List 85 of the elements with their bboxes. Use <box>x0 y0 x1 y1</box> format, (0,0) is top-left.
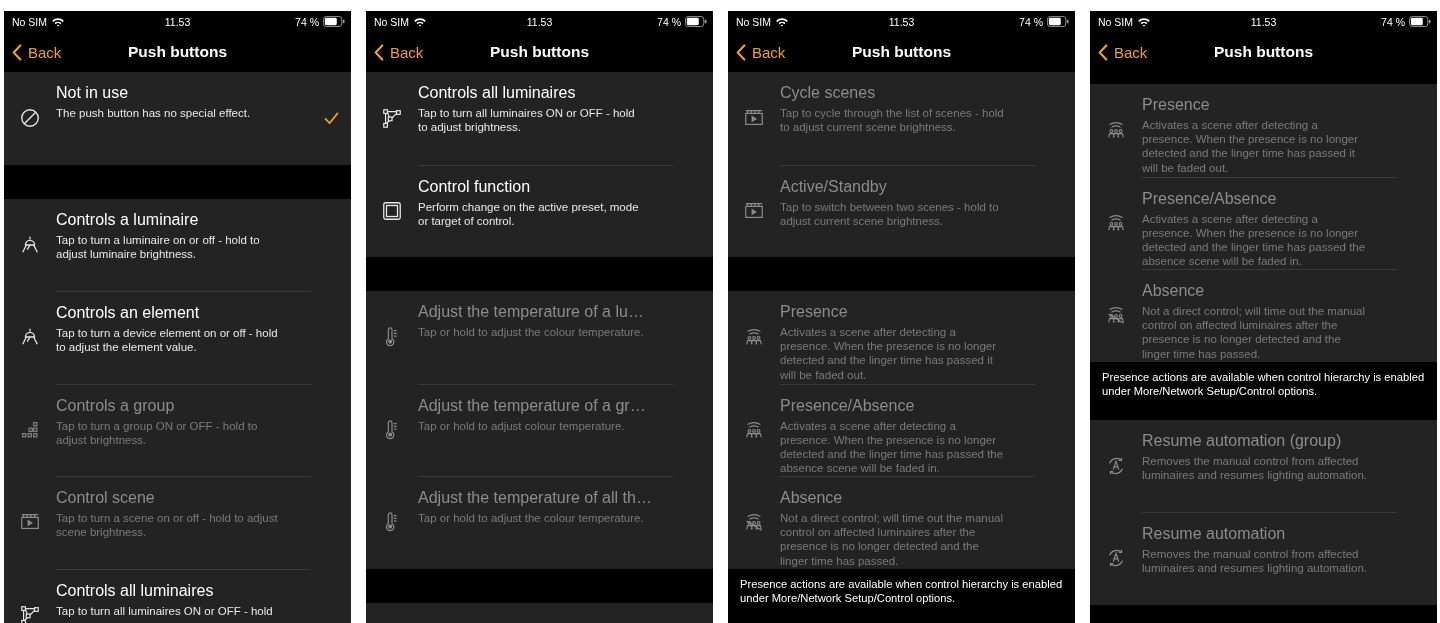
option-title: Presence <box>780 303 849 321</box>
option-description: Tap or hold to adjust the colour temperature. <box>418 511 645 526</box>
carrier-label: No SIM <box>12 15 47 28</box>
option-description: Removes the manual control from affected luminaires and resumes lighting automation. <box>1142 547 1368 576</box>
option-title: Controls all luminaires <box>418 84 577 102</box>
carrier-label: No SIM <box>736 15 771 28</box>
option-row[interactable]: Controls an element Tap to turn a device element on or off - hold to adjust the element value. <box>4 291 351 384</box>
option-description: Removes the manual control from affected luminaires and resumes lighting automation. <box>1142 453 1368 482</box>
footnote-text: Presence actions are available when control hierarchy is enabled under More/Network Setup/Control options. <box>740 576 1063 605</box>
status-time: 11.53 <box>1250 15 1277 28</box>
option-row[interactable]: Controls all luminaires Tap to turn all luminaires ON or OFF - hold to adjust brightness. <box>366 72 713 165</box>
option-title: Active/Standby <box>780 177 888 196</box>
status-time: 11.53 <box>164 15 191 28</box>
battery-icon <box>1409 16 1431 27</box>
square-icon <box>381 199 403 222</box>
option-title: Presence/Absence <box>780 396 916 415</box>
option-title: Cycle scenes <box>780 84 877 102</box>
carrier-label: No SIM <box>1098 15 1133 28</box>
option-title: Adjust the temperature of a lu… <box>418 303 645 321</box>
chevron-left-icon <box>736 43 746 61</box>
battery-icon <box>1047 16 1069 27</box>
status-time: 11.53 <box>888 15 915 28</box>
option-title: Controls a group <box>56 396 176 415</box>
option-row[interactable]: Controls all luminaires Tap to turn all luminaires ON or OFF - hold <box>4 568 351 623</box>
option-description: Perform change on the active preset, mode or target of control. <box>418 199 640 228</box>
back-button[interactable]: Back <box>366 38 428 66</box>
option-description: Tap to turn all luminaires ON or OFF - hold <box>56 603 274 618</box>
option-description: Tap or hold to adjust the colour temperature. <box>418 325 645 340</box>
prohibited-icon <box>19 107 41 130</box>
back-button[interactable]: Back <box>728 38 790 66</box>
battery-percent: 74 % <box>657 15 681 28</box>
screen-title: Push buttons <box>1214 43 1313 61</box>
battery-icon <box>685 16 707 27</box>
network-icon <box>381 107 403 130</box>
option-title: Presence <box>1142 96 1211 114</box>
wifi-icon <box>413 16 427 27</box>
status-time: 11.53 <box>526 15 553 28</box>
option-title: Absence <box>780 489 844 507</box>
option-title: Presence/Absence <box>1142 189 1278 208</box>
wifi-icon <box>51 16 65 27</box>
option-description: Tap to turn a device element on or off - hold to adjust the element value. <box>56 326 279 355</box>
option-title: Absence <box>1142 282 1206 300</box>
back-button[interactable]: Back <box>4 38 66 66</box>
option-description: Activates a scene after detecting a presence. When the presence is no longer detected and the linger time has passed the absence scene will be faded in. <box>780 418 1005 476</box>
option-description: Not a direct control; will time out the manual control on affected luminaires after the presence is no longer detected and the linger time has passed. <box>780 511 1005 568</box>
option-description: The push button has no special effect. <box>56 106 252 121</box>
option-title: Adjust the temperature of all th… <box>418 489 653 507</box>
option-description: Not a direct control; will time out the manual control on affected luminaires after the presence is no longer detected and the linger time has passed. <box>1142 304 1367 361</box>
option-title: Control function <box>418 177 532 196</box>
screen-title: Push buttons <box>490 43 589 61</box>
battery-percent: 74 % <box>1019 15 1043 28</box>
option-description: Activates a scene after detecting a presence. When the presence is no longer detected and the linger time has passed the absence scene will be faded in. <box>1142 211 1367 269</box>
option-title: Resume automation <box>1142 525 1287 543</box>
option-row[interactable]: Controls a luminaire Tap to turn a luminaire on or off - hold to adjust luminaire brightness. <box>4 198 351 291</box>
option-description: Tap to turn a scene on or off - hold to adjust scene brightness. <box>56 511 279 540</box>
wifi-icon <box>1137 16 1151 27</box>
chevron-left-icon <box>374 43 384 61</box>
option-description: Tap or hold to adjust colour temperature. <box>418 418 626 433</box>
option-title: Resume automation (group) <box>1142 431 1343 450</box>
option-title: Controls all luminaires <box>56 581 215 600</box>
back-button[interactable]: Back <box>1090 38 1152 66</box>
option-title: Adjust the temperature of a gr… <box>418 396 647 415</box>
screen-title: Push buttons <box>128 43 227 61</box>
carrier-label: No SIM <box>374 15 409 28</box>
option-description: Tap to switch between two scenes - hold to adjust current scene brightness. <box>780 199 1000 228</box>
option-description: Activates a scene after detecting a presence. When the presence is no longer detected and the linger time has passed it will be faded out. <box>780 325 998 382</box>
option-title: Control scene <box>56 489 156 507</box>
footnote-text: Presence actions are available when control hierarchy is enabled under More/Network Setup/Control options. <box>1102 369 1425 398</box>
battery-percent: 74 % <box>295 15 319 28</box>
option-description: Tap to turn all luminaires ON or OFF - hold to adjust brightness. <box>418 106 636 135</box>
option-description: Activates a scene after detecting a presence. When the presence is no longer detected and the linger time has passed it will be faded out. <box>1142 118 1360 175</box>
option-row[interactable]: Not in use The push button has no special effect. <box>4 72 351 165</box>
chevron-left-icon <box>12 43 22 61</box>
wifi-icon <box>775 16 789 27</box>
battery-icon <box>323 16 345 27</box>
network-icon <box>19 603 41 623</box>
option-description: Tap to cycle through the list of scenes - hold to adjust current scene brightness. <box>780 106 1005 135</box>
screen-title: Push buttons <box>852 43 951 61</box>
battery-percent: 74 % <box>1381 15 1405 28</box>
option-description: Tap to turn a group ON or OFF - hold to adjust brightness. <box>56 418 259 447</box>
option-description: Tap to turn a luminaire on or off - hold to adjust luminaire brightness. <box>56 232 261 261</box>
option-title: Controls a luminaire <box>56 210 200 229</box>
chevron-left-icon <box>1098 43 1108 61</box>
option-title: Controls an element <box>56 304 201 322</box>
option-title: Not in use <box>56 84 130 102</box>
